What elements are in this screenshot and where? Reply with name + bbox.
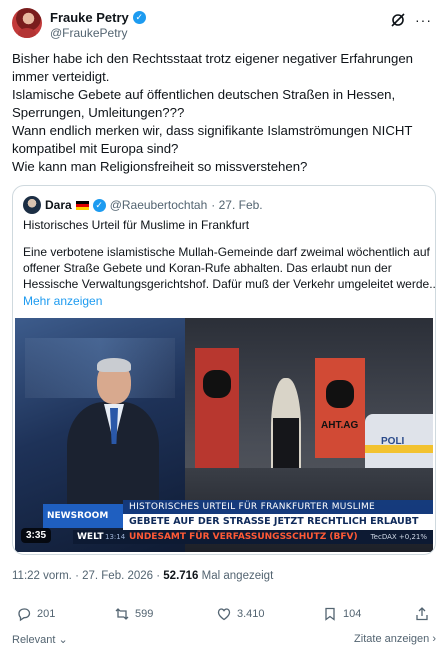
headline-line-1: HISTORISCHES URTEIL FÜR FRANKFURTER MUSL… bbox=[123, 500, 433, 514]
quote-author-name: Dara bbox=[45, 198, 72, 212]
sort-dropdown[interactable]: Relevant ⌄ bbox=[12, 633, 68, 646]
headline-line-2: GEBETE AUF DER STRASSE JETZT RECHTLICH E… bbox=[123, 514, 433, 530]
tweet-line: Bisher habe ich den Rechtsstaat trotz ei… bbox=[12, 51, 413, 66]
action-bar: 201 599 3.410 104 bbox=[12, 606, 436, 626]
view-count: 52.716 bbox=[163, 570, 199, 582]
tweet-line: immer verteidigt. bbox=[12, 69, 110, 84]
tweet-line: kompatibel mit Europa sind? bbox=[12, 141, 179, 156]
quote-body: Eine verbotene islamistische Mullah-Geme… bbox=[23, 244, 436, 292]
tweet-meta: 11:22 vorm. · 27. Feb. 2026 · 52.716 Mal… bbox=[12, 570, 273, 582]
quoted-tweet[interactable]: Dara ✓ @Raeubertochtah · 27. Feb. Histor… bbox=[12, 185, 436, 555]
quote-author-handle: @Raeubertochtah bbox=[109, 198, 208, 212]
sort-label: Relevant bbox=[12, 634, 56, 646]
view-count-label: Mal angezeigt bbox=[198, 570, 274, 582]
germany-flag-icon bbox=[75, 200, 89, 210]
reply-button[interactable]: 201 bbox=[16, 606, 55, 622]
like-count: 3.410 bbox=[237, 608, 265, 620]
repost-button[interactable]: 599 bbox=[114, 606, 153, 622]
video-duration: 3:35 bbox=[21, 528, 52, 543]
quote-header: Dara ✓ @Raeubertochtah · 27. Feb. bbox=[23, 196, 263, 214]
tweet-text: Bisher habe ich den Rechtsstaat trotz ei… bbox=[12, 50, 432, 176]
like-button[interactable]: 3.410 bbox=[216, 606, 265, 622]
reply-icon bbox=[18, 608, 31, 622]
eagle-banner bbox=[195, 348, 239, 468]
video-player[interactable]: AHT.AG POLI NEWSROOM HISTORISCHES URTEIL… bbox=[15, 318, 433, 552]
tweet-header: Frauke Petry ✓ @FraukePetry ··· bbox=[12, 8, 436, 42]
tweet-timestamp[interactable]: 11:22 vorm. · 27. Feb. 2026 · bbox=[12, 570, 163, 582]
share-icon bbox=[416, 607, 428, 621]
show-more-link[interactable]: Mehr anzeigen bbox=[23, 294, 102, 308]
repost-icon bbox=[115, 608, 129, 620]
quote-title: Historisches Urteil für Muslime in Frank… bbox=[23, 218, 250, 232]
reply-count: 201 bbox=[37, 608, 56, 620]
bookmark-count: 104 bbox=[343, 608, 362, 620]
grok-icon[interactable] bbox=[390, 12, 406, 28]
quote-line: Eine verbotene islamistische Mullah-Geme… bbox=[23, 245, 430, 259]
share-button[interactable] bbox=[414, 606, 430, 622]
quote-date: · 27. Feb. bbox=[211, 198, 263, 212]
author-name[interactable]: Frauke Petry bbox=[50, 10, 129, 25]
tweet-line: Sperrungen, Umleitungen??? bbox=[12, 105, 185, 120]
quote-line: offener Straße Gebete und Koran-Rufe abh… bbox=[23, 261, 392, 275]
chevron-down-icon: ⌄ bbox=[55, 634, 68, 646]
stock-ticker: TecDAX +0,21% bbox=[370, 533, 427, 541]
more-icon[interactable]: ··· bbox=[415, 12, 432, 28]
view-quotes-link[interactable]: Zitate anzeigen › bbox=[354, 633, 436, 645]
tweet-line: Islamische Gebete auf öffentlichen deuts… bbox=[12, 87, 396, 102]
replies-footer: Relevant ⌄ Zitate anzeigen › bbox=[12, 631, 436, 649]
author-name-row: Frauke Petry ✓ bbox=[50, 10, 146, 25]
author-handle[interactable]: @FraukePetry bbox=[50, 26, 128, 40]
police-text: POLI bbox=[381, 436, 405, 447]
bookmark-icon bbox=[325, 607, 335, 621]
verified-icon: ✓ bbox=[132, 11, 146, 24]
view-quotes-label: Zitate anzeigen bbox=[354, 633, 430, 645]
quote-avatar bbox=[23, 196, 41, 214]
verified-icon: ✓ bbox=[92, 198, 106, 212]
tweet-line: Wie kann man Religionsfreiheit so missve… bbox=[12, 159, 308, 174]
like-icon bbox=[217, 608, 231, 621]
bookmark-button[interactable]: 104 bbox=[322, 606, 361, 622]
presenter-hair bbox=[97, 358, 131, 372]
broadcast-clock: 13:14 bbox=[105, 533, 126, 541]
author-avatar[interactable] bbox=[12, 8, 42, 38]
newsroom-logo: NEWSROOM bbox=[43, 504, 123, 528]
tweet-line: Wann endlich merken wir, dass signifikan… bbox=[12, 123, 413, 138]
eagle-banner: AHT.AG bbox=[315, 358, 365, 458]
eagle-icon bbox=[203, 370, 231, 398]
quote-line: Hessische Verwaltungsgerichtshof. Dafür … bbox=[23, 277, 436, 291]
news-lower-third: NEWSROOM HISTORISCHES URTEIL FÜR FRANKFU… bbox=[15, 494, 433, 552]
eagle-icon bbox=[326, 380, 354, 408]
banner-text: AHT.AG bbox=[321, 420, 359, 431]
chevron-right-icon: › bbox=[429, 633, 436, 645]
repost-count: 599 bbox=[135, 608, 154, 620]
